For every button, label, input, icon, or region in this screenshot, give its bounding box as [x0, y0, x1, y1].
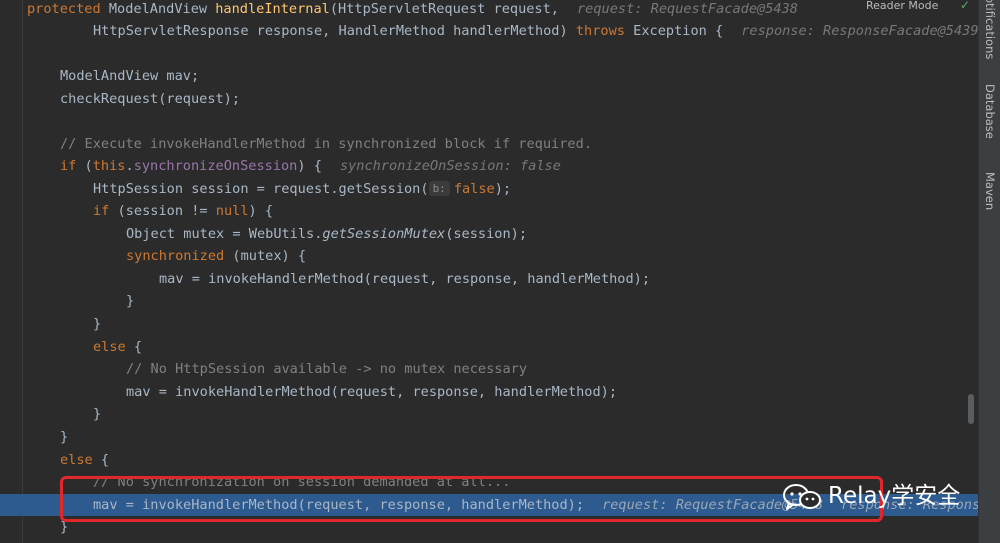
- code-line[interactable]: }: [0, 290, 978, 312]
- code-text: HttpServletResponse response, HandlerMet…: [93, 23, 576, 39]
- code-keyword: protected: [27, 1, 101, 17]
- code-text: Exception {: [624, 23, 724, 39]
- code-line[interactable]: mav = invokeHandlerMethod(request, respo…: [0, 381, 978, 403]
- code-text: ) {: [297, 158, 322, 174]
- code-text: (HttpServletRequest request,: [329, 1, 559, 17]
- watermark-text: Relay学安全: [828, 483, 961, 509]
- code-text: (: [76, 158, 93, 174]
- debug-inline-hint: synchronizeOnSession: false: [339, 158, 561, 174]
- code-comment: // Execute invokeHandlerMethod in synchr…: [60, 136, 592, 152]
- code-line[interactable]: else {: [0, 336, 978, 358]
- code-text: (mutex) {: [224, 248, 307, 264]
- code-text: }: [93, 406, 102, 422]
- code-line[interactable]: }: [0, 426, 978, 448]
- code-text: checkRequest(request);: [60, 91, 241, 107]
- code-text: }: [60, 429, 69, 445]
- code-keyword: if: [93, 203, 110, 219]
- code-text: Object mutex = WebUtils.: [126, 226, 323, 242]
- parameter-name-hint: b:: [428, 181, 450, 196]
- check-icon: ✓: [960, 0, 971, 12]
- wechat-icon: [783, 484, 821, 510]
- tab-maven[interactable]: m Maven: [982, 172, 1000, 210]
- debug-inline-hint: request: RequestFacade@5438: [576, 1, 798, 17]
- code-line[interactable]: HttpServletResponse response, HandlerMet…: [0, 20, 978, 42]
- code-keyword: synchronized: [126, 248, 225, 264]
- tab-database-label: Database: [983, 84, 997, 139]
- code-line[interactable]: if (this.synchronizeOnSession) { synchron…: [0, 155, 978, 177]
- watermark: Relay学安全: [782, 478, 974, 514]
- right-tool-window-bar: otifications ☰ Database m Maven: [978, 0, 1000, 543]
- code-line[interactable]: checkRequest(request);: [0, 88, 978, 110]
- code-keyword: else: [60, 452, 93, 468]
- tab-notifications[interactable]: otifications: [982, 0, 998, 59]
- code-text: .: [125, 158, 134, 174]
- code-text: ModelAndView mav;: [60, 68, 200, 84]
- code-text: mav = invokeHandlerMethod(request, respo…: [159, 271, 651, 287]
- code-keyword: false: [453, 181, 495, 197]
- tab-notifications-label: otifications: [983, 0, 997, 60]
- debug-inline-hint: response: ResponseFacade@5439: [741, 23, 978, 39]
- code-line[interactable]: if (session != null) {: [0, 200, 978, 222]
- code-editor[interactable]: protected ModelAndView handleInternal(Ht…: [0, 0, 978, 543]
- code-text: mav = invokeHandlerMethod(request, respo…: [126, 384, 618, 400]
- tab-maven-label: Maven: [983, 172, 997, 211]
- code-field: synchronizeOnSession: [133, 158, 298, 174]
- code-line[interactable]: }: [0, 313, 978, 335]
- code-line[interactable]: synchronized (mutex) {: [0, 245, 978, 267]
- code-line[interactable]: else {: [0, 449, 978, 471]
- tab-database[interactable]: ☰ Database: [982, 84, 1000, 139]
- code-text: }: [93, 316, 102, 332]
- code-keyword: this: [92, 158, 126, 174]
- code-line[interactable]: ModelAndView mav;: [0, 65, 978, 87]
- code-static-method: getSessionMutex: [322, 226, 446, 242]
- code-keyword: else: [93, 339, 126, 355]
- code-text: ModelAndView: [100, 1, 216, 17]
- code-text: {: [125, 339, 143, 355]
- code-text: (session);: [445, 226, 528, 242]
- code-text: HttpSession session = request.getSession…: [93, 181, 429, 197]
- code-line[interactable]: HttpSession session = request.getSession…: [0, 178, 978, 200]
- annotation-highlight-box: [60, 476, 883, 522]
- code-text: (session !=: [109, 203, 216, 219]
- scrollbar-thumb[interactable]: [968, 394, 974, 424]
- code-text: {: [92, 452, 110, 468]
- code-line[interactable]: protected ModelAndView handleInternal(Ht…: [0, 0, 978, 20]
- code-method-name: handleInternal: [215, 1, 330, 17]
- code-text: }: [126, 293, 135, 309]
- code-line[interactable]: // No HttpSession available -> no mutex …: [0, 358, 978, 380]
- code-comment: // No HttpSession available -> no mutex …: [126, 361, 528, 377]
- code-line[interactable]: }: [0, 403, 978, 425]
- code-text: ) {: [248, 203, 274, 219]
- code-keyword: null: [215, 203, 249, 219]
- code-text: );: [494, 181, 512, 197]
- code-line[interactable]: // Execute invokeHandlerMethod in synchr…: [0, 133, 978, 155]
- code-keyword: if: [60, 158, 77, 174]
- reader-mode-toggle[interactable]: Reader Mode ✓: [860, 0, 978, 14]
- reader-mode-label: Reader Mode: [866, 0, 939, 12]
- code-line[interactable]: mav = invokeHandlerMethod(request, respo…: [0, 268, 978, 290]
- code-line[interactable]: Object mutex = WebUtils.getSessionMutex(…: [0, 223, 978, 245]
- code-keyword: throws: [575, 23, 625, 39]
